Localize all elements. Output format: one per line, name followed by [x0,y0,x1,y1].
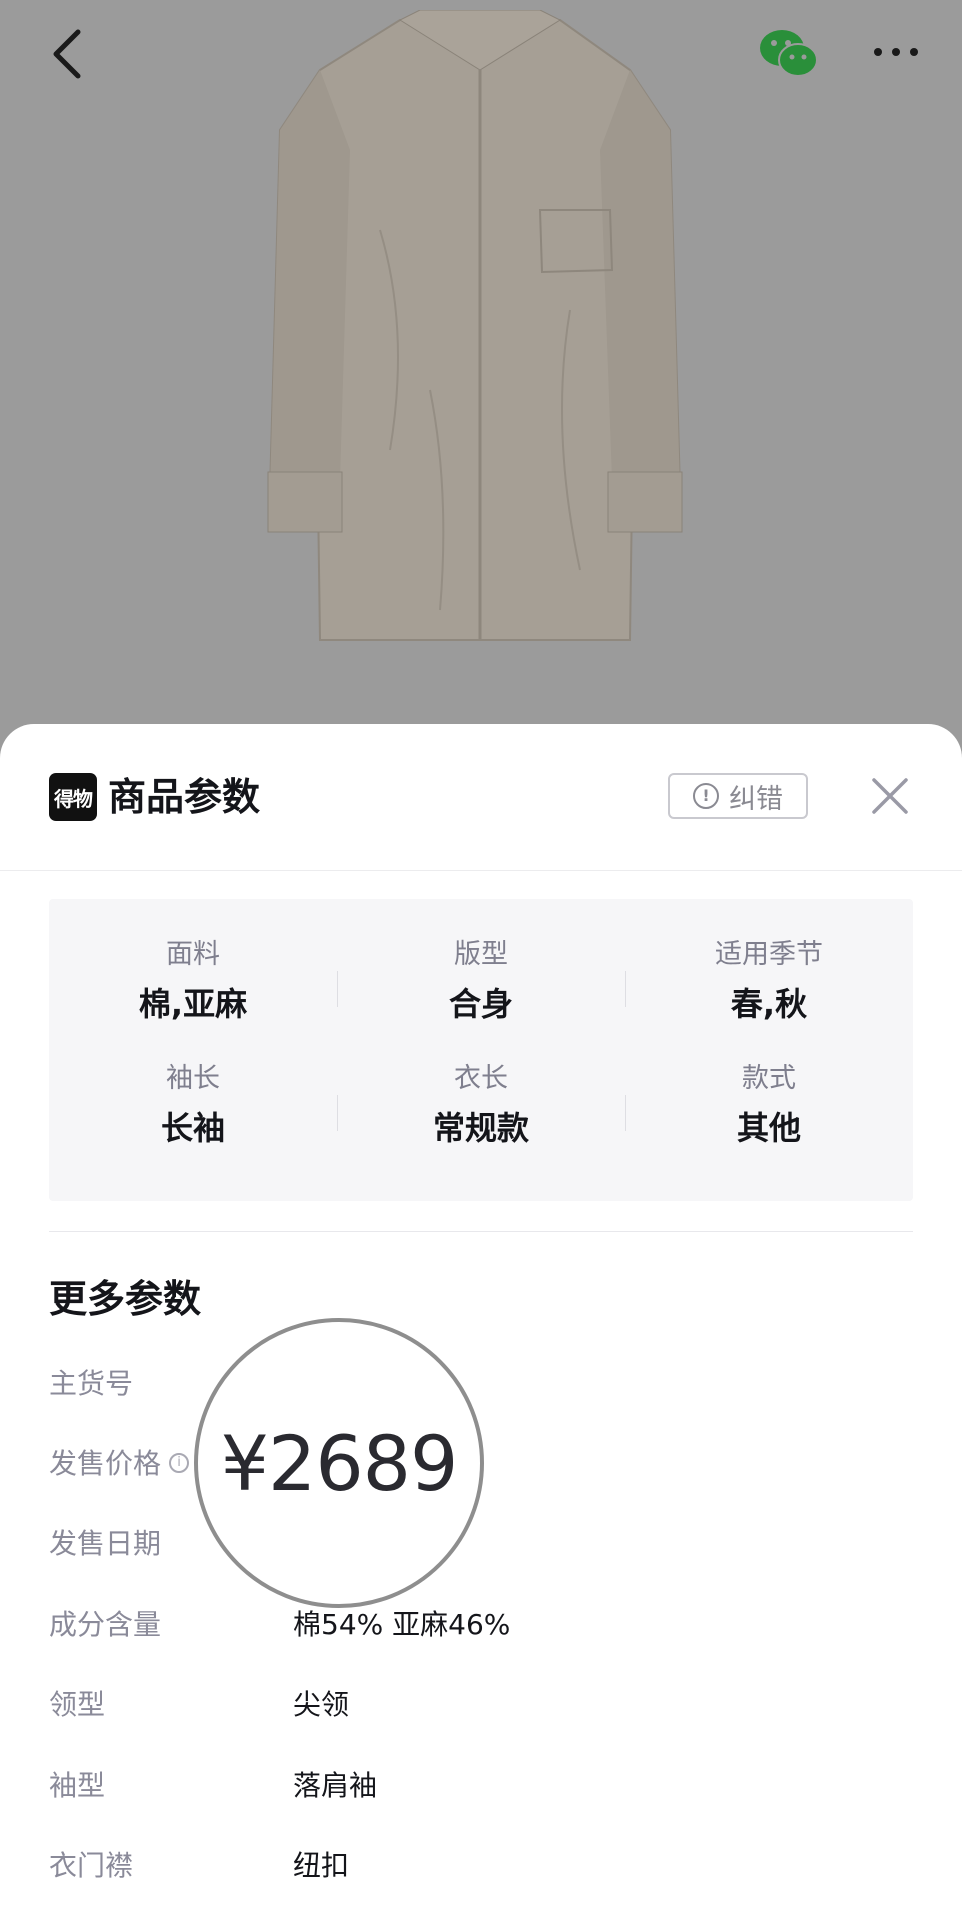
params-sheet: 得物 商品参数 ! 纠错 面料 棉,亚麻 版型 合身 适用季节 春,秋 袖长 长… [0,724,962,1920]
report-error-button[interactable]: ! 纠错 [668,773,808,819]
param-label: 款式 [742,1063,796,1094]
product-image-area [0,0,962,760]
column-divider [337,971,338,1007]
brand-logo: 得物 [49,773,97,821]
param-item: 衣长 常规款 [337,1059,625,1151]
sheet-title: 商品参数 [108,775,261,819]
param-row: 主货号 [49,1359,913,1409]
param-row: 成分含量 棉54% 亚麻46% [49,1600,913,1650]
param-label: 袖长 [166,1063,220,1094]
param-key: 衣门襟 [49,1849,134,1882]
more-dots-icon[interactable] [868,30,924,74]
wechat-icon[interactable] [758,26,820,80]
param-value: 春,秋 [730,985,808,1023]
param-key: 袖型 [49,1769,106,1802]
param-value: 棉,亚麻 [138,985,248,1023]
param-value: 尖领 [293,1688,350,1721]
param-value: 合身 [448,985,513,1023]
param-key-text: 发售价格 [49,1447,162,1480]
magnified-price: ¥2689 [220,1418,459,1508]
param-value: 棉54% 亚麻46% [293,1608,511,1641]
param-label: 版型 [454,939,508,970]
param-key: 成分含量 [49,1608,162,1641]
param-value: 落肩袖 [293,1769,378,1802]
key-params-grid: 面料 棉,亚麻 版型 合身 适用季节 春,秋 袖长 长袖 衣长 常规款 款式 其… [49,899,913,1201]
report-icon: ! [693,783,719,809]
sheet-header: 得物 商品参数 ! 纠错 [0,724,962,871]
param-item: 面料 棉,亚麻 [49,935,337,1027]
param-key: 领型 [49,1688,106,1721]
param-item: 适用季节 春,秋 [625,935,913,1027]
column-divider [625,971,626,1007]
price-magnifier: ¥2689 [194,1318,484,1608]
info-icon[interactable]: i [169,1453,190,1473]
param-key: 发售日期 [49,1527,162,1560]
param-key: 主货号 [49,1367,134,1400]
param-item: 款式 其他 [625,1059,913,1151]
more-params-title: 更多参数 [49,1277,202,1321]
param-item: 版型 合身 [337,935,625,1027]
product-image [240,9,720,660]
column-divider [625,1095,626,1131]
column-divider [337,1095,338,1131]
param-row: 发售日期 [49,1519,913,1569]
param-value: 纽扣 [293,1849,350,1882]
param-item: 袖长 长袖 [49,1059,337,1151]
section-divider [49,1231,913,1232]
param-label: 适用季节 [715,939,823,970]
param-row: 领型 尖领 [49,1680,913,1730]
close-icon[interactable] [866,772,914,820]
back-arrow-icon[interactable] [44,26,92,82]
param-label: 面料 [166,939,220,970]
param-value: 常规款 [432,1109,529,1147]
report-label: 纠错 [729,783,783,815]
param-row: 袖型 落肩袖 [49,1761,913,1811]
param-value: 其他 [736,1109,801,1147]
param-key: 发售价格 i [49,1439,190,1489]
param-row: 衣门襟 纽扣 [49,1841,913,1891]
param-value: 长袖 [160,1109,225,1147]
param-label: 衣长 [454,1063,508,1094]
